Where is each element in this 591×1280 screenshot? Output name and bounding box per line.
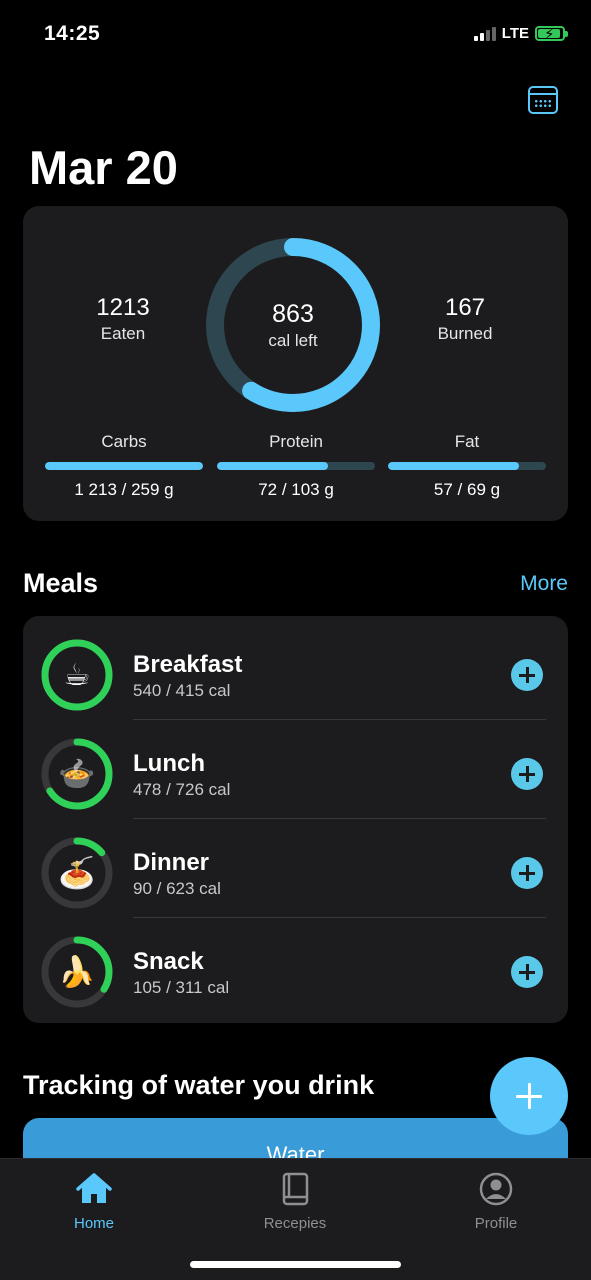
app-screen: 14:25 LTE ⚡ Mar 20 1213 Eaten 863 cal le…	[0, 0, 591, 1280]
calorie-ring: 863 cal left	[205, 237, 381, 413]
status-time: 14:25	[44, 22, 101, 45]
calendar-icon[interactable]	[528, 86, 558, 114]
macro-value: 72 / 103 g	[258, 480, 334, 499]
add-snack-button[interactable]	[511, 956, 543, 988]
macro-name: Protein	[269, 432, 323, 451]
tab-recepies[interactable]: Recepies	[225, 1159, 365, 1232]
eaten-label: Eaten	[100, 324, 146, 343]
water-section-title: Tracking of water you drink	[23, 1070, 375, 1100]
meal-row-dinner[interactable]: 🍝 Dinner 90 / 623 cal	[23, 819, 568, 918]
meal-calories: 540 / 415 cal	[133, 681, 231, 700]
macro-value: 57 / 69 g	[433, 480, 501, 499]
network-label: LTE	[501, 25, 529, 42]
burned-value: 167	[444, 294, 486, 321]
add-dinner-button[interactable]	[511, 857, 543, 889]
soup-icon: 🍲	[58, 757, 96, 791]
cal-left-value: 863	[272, 299, 314, 328]
meal-calories: 90 / 623 cal	[133, 879, 221, 898]
add-lunch-button[interactable]	[511, 758, 543, 790]
battery-icon: ⚡	[535, 26, 568, 43]
tab-label: Profile	[474, 1215, 518, 1232]
profile-icon	[476, 1169, 516, 1209]
macro-fat: Fat 57 / 69 g	[388, 432, 546, 500]
meals-card: ☕ Breakfast 540 / 415 cal 🍲 Lunch 478 / …	[23, 616, 568, 1023]
spaghetti-icon: 🍝	[58, 856, 96, 890]
home-indicator	[190, 1261, 401, 1268]
add-breakfast-button[interactable]	[511, 659, 543, 691]
calorie-ring-center: 863 cal left	[205, 237, 381, 413]
burned-stat: 167 Burned	[385, 294, 545, 344]
macro-progress-bar	[217, 462, 375, 470]
burned-label: Burned	[437, 324, 493, 343]
page-title: Mar 20	[29, 141, 178, 194]
add-fab-button[interactable]	[490, 1057, 568, 1135]
meal-row-lunch[interactable]: 🍲 Lunch 478 / 726 cal	[23, 720, 568, 819]
meal-calories: 478 / 726 cal	[133, 780, 231, 799]
eaten-stat: 1213 Eaten	[43, 294, 203, 344]
eaten-value: 1213	[96, 294, 150, 321]
macro-progress-bar	[45, 462, 203, 470]
macro-name: Fat	[454, 432, 480, 451]
meals-title: Meals	[23, 568, 99, 598]
home-icon	[74, 1169, 114, 1209]
tab-home[interactable]: Home	[24, 1159, 164, 1232]
meal-name: Breakfast	[133, 651, 243, 678]
tab-label: Recepies	[263, 1215, 327, 1232]
macro-progress-bar	[388, 462, 546, 470]
signal-icon	[473, 26, 496, 41]
meal-name: Lunch	[133, 750, 205, 777]
calorie-summary-card: 1213 Eaten 863 cal left 167 Burned Carbs…	[23, 206, 568, 521]
cal-left-label: cal left	[268, 330, 318, 350]
meal-row-breakfast[interactable]: ☕ Breakfast 540 / 415 cal	[23, 621, 568, 720]
meal-calories: 105 / 311 cal	[133, 978, 230, 997]
more-link[interactable]: More	[520, 572, 568, 596]
meal-name: Snack	[133, 948, 204, 975]
meal-name: Dinner	[133, 849, 210, 876]
macro-value: 1 213 / 259 g	[74, 480, 174, 499]
book-icon	[275, 1169, 315, 1209]
banana-icon: 🍌	[58, 955, 96, 989]
coffee-icon: ☕	[63, 658, 91, 692]
meal-row-snack[interactable]: 🍌 Snack 105 / 311 cal	[23, 918, 568, 1017]
macro-protein: Protein 72 / 103 g	[217, 432, 375, 500]
macro-carbs: Carbs 1 213 / 259 g	[45, 432, 203, 500]
tab-profile[interactable]: Profile	[426, 1159, 566, 1232]
macro-name: Carbs	[101, 432, 147, 451]
tab-label: Home	[73, 1215, 114, 1232]
status-indicators: LTE ⚡	[473, 25, 568, 43]
